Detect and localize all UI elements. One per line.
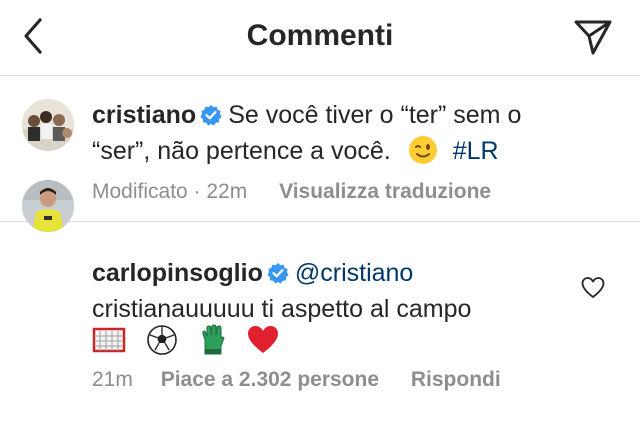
comment-timestamp: 21m [92, 368, 133, 391]
caption-meta: Modificato · 22m Visualizza traduzione [92, 180, 491, 204]
soccer-ball-icon [147, 325, 178, 355]
share-button[interactable] [572, 16, 614, 58]
comment-meta: 21m Piace a 2.302 persone Rispondi [92, 368, 501, 392]
avatar-photo [22, 99, 74, 151]
hashtag-link[interactable]: #LR [453, 137, 499, 165]
like-comment-button[interactable] [581, 276, 605, 300]
verified-badge-icon [267, 263, 289, 284]
avatar-photo [22, 180, 74, 232]
red-heart-icon [248, 326, 279, 353]
mention-link[interactable]: @cristiano [295, 259, 413, 287]
caption-text: cristiano Se você tiver o “ter” sem o “s… [92, 97, 622, 169]
post-caption: cristiano Se você tiver o “ter” sem o “s… [0, 77, 640, 222]
caption-line-1: Se você tiver o “ter” sem o [228, 101, 522, 129]
caption-line-2: “ser”, não pertence a você. [92, 137, 391, 165]
verified-badge-icon [200, 105, 222, 126]
paper-plane-icon [574, 20, 612, 55]
emoji-row [92, 324, 295, 356]
page-title: Commenti [246, 19, 394, 52]
caption-username[interactable]: cristiano [92, 101, 196, 129]
comment-username[interactable]: carlopinsoglio [92, 259, 263, 287]
edited-timestamp: Modificato · 22m [92, 180, 248, 203]
goalkeeper-glove-icon [202, 324, 225, 355]
back-button[interactable] [18, 16, 50, 56]
winking-face-icon [408, 136, 437, 164]
chevron-left-icon [24, 18, 42, 54]
likes-count[interactable]: Piace a 2.302 persone [161, 368, 379, 391]
reply-button[interactable]: Rispondi [411, 368, 501, 391]
avatar[interactable] [22, 99, 74, 151]
comment-avatar[interactable] [22, 180, 74, 232]
comment-text: carlopinsoglio @cristiano cristianauuuuu… [92, 255, 572, 327]
top-bar: Commenti [0, 0, 640, 76]
heart-outline-icon [581, 277, 605, 298]
comment-body: cristianauuuuu ti aspetto al campo [92, 295, 472, 323]
goal-net-icon [92, 327, 126, 353]
see-translation-button[interactable]: Visualizza traduzione [279, 180, 491, 203]
